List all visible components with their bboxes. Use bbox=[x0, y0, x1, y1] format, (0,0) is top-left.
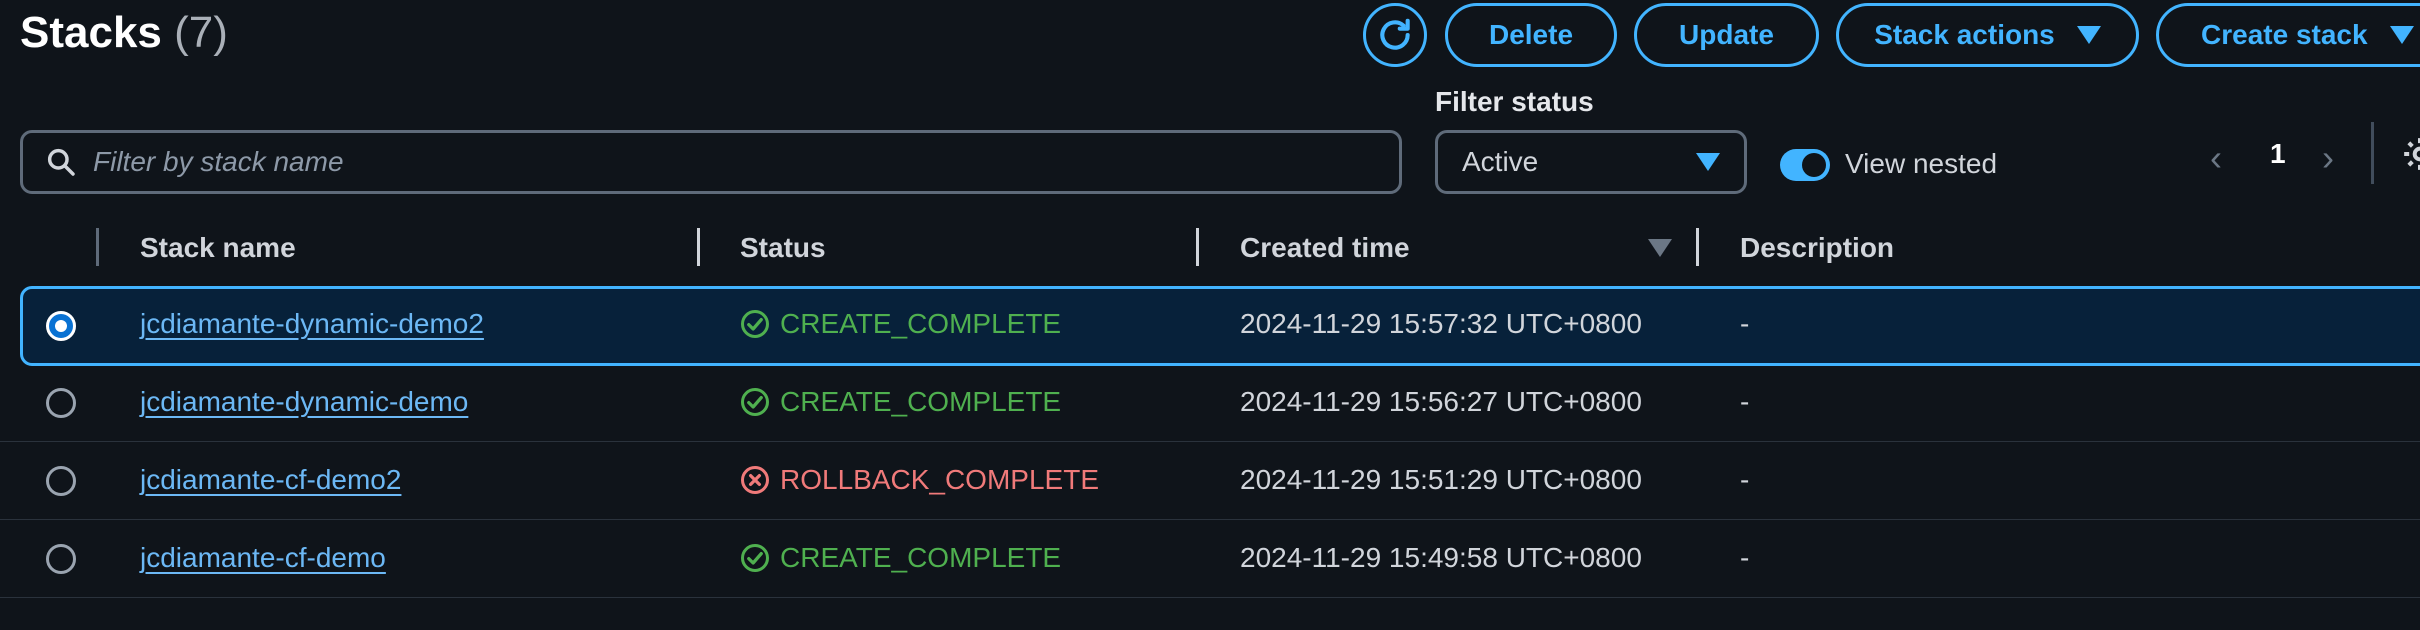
create-stack-button[interactable]: Create stack bbox=[2156, 3, 2420, 67]
status-cell: CREATE_COMPLETE bbox=[740, 542, 1061, 574]
description-cell: - bbox=[1740, 308, 1750, 339]
status-text: CREATE_COMPLETE bbox=[780, 542, 1062, 573]
delete-button-label: Delete bbox=[1488, 19, 1574, 50]
page-title-text: Stacks bbox=[20, 8, 162, 57]
row-select-radio[interactable] bbox=[46, 466, 76, 496]
update-button[interactable]: Update bbox=[1634, 3, 1819, 67]
column-separator[interactable] bbox=[697, 228, 700, 266]
column-separator bbox=[96, 228, 99, 266]
filter-status-select[interactable]: Active bbox=[1435, 130, 1747, 194]
stack-name-link[interactable]: jcdiamante-cf-demo bbox=[140, 542, 386, 574]
column-header-status[interactable]: Status bbox=[740, 232, 826, 264]
toggle-knob bbox=[1802, 153, 1826, 177]
search-icon bbox=[47, 148, 75, 176]
filter-status-label: Filter status bbox=[1435, 86, 1594, 117]
row-select-radio[interactable] bbox=[46, 544, 76, 574]
error-circle-icon bbox=[741, 466, 769, 494]
column-header-description[interactable]: Description bbox=[1740, 232, 1894, 264]
created-time-cell: 2024-11-29 15:56:27 UTC+0800 bbox=[1240, 386, 1642, 417]
column-header-stack-name[interactable]: Stack name bbox=[140, 232, 296, 264]
table-row[interactable]: jcdiamante-dynamic-demo CREATE_COMPLETE 20… bbox=[0, 364, 2420, 442]
row-select-radio[interactable] bbox=[46, 311, 76, 341]
page-title: Stacks (7) bbox=[20, 8, 228, 58]
view-nested-toggle[interactable] bbox=[1780, 149, 1830, 181]
row-select-radio[interactable] bbox=[46, 388, 76, 418]
settings-button[interactable] bbox=[2400, 134, 2420, 174]
check-circle-icon bbox=[741, 544, 769, 572]
status-text: CREATE_COMPLETE bbox=[780, 386, 1062, 417]
stack-actions-label: Stack actions bbox=[1874, 19, 2055, 50]
check-circle-icon bbox=[741, 388, 769, 416]
delete-button[interactable]: Delete bbox=[1445, 3, 1617, 67]
stack-name-link[interactable]: jcdiamante-dynamic-demo bbox=[140, 386, 468, 418]
gear-icon bbox=[2404, 138, 2420, 170]
filter-status-value: Active bbox=[1462, 146, 1539, 177]
caret-down-icon bbox=[1696, 153, 1720, 171]
stack-count: (7) bbox=[174, 8, 228, 57]
view-nested-label: View nested bbox=[1845, 148, 1998, 179]
description-cell: - bbox=[1740, 464, 1750, 495]
description-cell: - bbox=[1740, 386, 1750, 417]
pagination-prev-button[interactable]: ‹ bbox=[2210, 137, 2222, 179]
search-input[interactable] bbox=[93, 146, 1373, 178]
created-time-cell: 2024-11-29 15:51:29 UTC+0800 bbox=[1240, 464, 1642, 495]
refresh-icon bbox=[1380, 18, 1410, 50]
pagination-next-button[interactable]: › bbox=[2322, 137, 2334, 179]
search-field[interactable] bbox=[20, 130, 1402, 194]
status-cell: CREATE_COMPLETE bbox=[740, 308, 1061, 340]
status-cell: ROLLBACK_COMPLETE bbox=[740, 464, 1099, 496]
status-text: ROLLBACK_COMPLETE bbox=[780, 464, 1099, 495]
update-button-label: Update bbox=[1679, 19, 1774, 50]
table-row[interactable]: jcdiamante-dynamic-demo2 CREATE_COMPLETE 2… bbox=[20, 286, 2420, 366]
check-circle-icon bbox=[741, 310, 769, 338]
column-header-created-time[interactable]: Created time bbox=[1240, 232, 1410, 264]
stack-actions-button[interactable]: Stack actions bbox=[1836, 3, 2139, 67]
caret-down-icon bbox=[2076, 26, 2101, 44]
divider bbox=[2371, 122, 2374, 184]
stack-name-link[interactable]: jcdiamante-cf-demo2 bbox=[140, 464, 401, 496]
pagination-current-page[interactable]: 1 bbox=[2270, 138, 2286, 170]
table-row[interactable]: jcdiamante-cf-demo CREATE_COMPLETE 2024-11… bbox=[0, 520, 2420, 598]
status-cell: CREATE_COMPLETE bbox=[740, 386, 1061, 418]
column-separator[interactable] bbox=[1196, 228, 1199, 266]
created-time-cell: 2024-11-29 15:49:58 UTC+0800 bbox=[1240, 542, 1642, 573]
created-time-cell: 2024-11-29 15:57:32 UTC+0800 bbox=[1240, 308, 1642, 339]
status-text: CREATE_COMPLETE bbox=[780, 308, 1062, 339]
description-cell: - bbox=[1740, 542, 1750, 573]
stack-name-link[interactable]: jcdiamante-dynamic-demo2 bbox=[140, 308, 484, 340]
create-stack-label: Create stack bbox=[2201, 19, 2368, 50]
table-row[interactable]: jcdiamante-cf-demo2 ROLLBACK_COMPLETE 2024… bbox=[0, 442, 2420, 520]
refresh-button[interactable] bbox=[1363, 3, 1427, 67]
sort-descending-icon[interactable] bbox=[1648, 239, 1672, 257]
column-separator[interactable] bbox=[1696, 228, 1699, 266]
caret-down-icon bbox=[2389, 26, 2414, 44]
